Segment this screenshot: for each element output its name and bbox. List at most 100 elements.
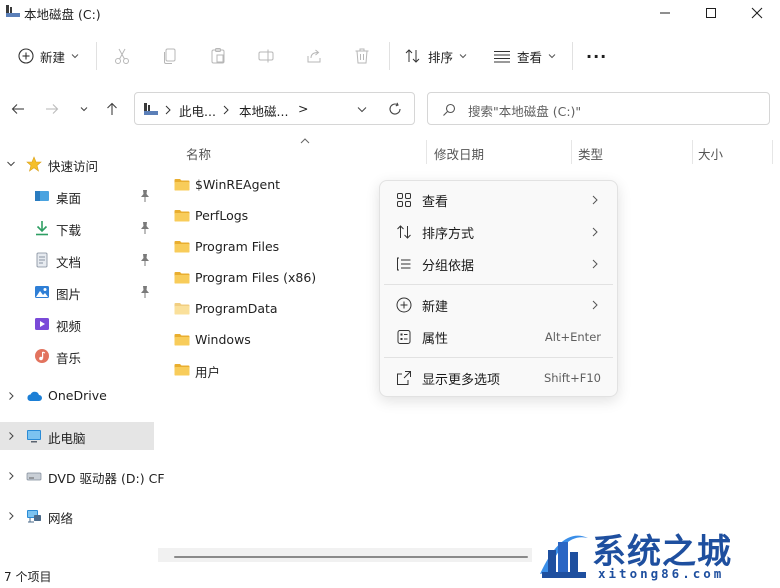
sidebar-item-downloads[interactable]: 下载 xyxy=(0,214,154,242)
menu-item-shortcut: Alt+Enter xyxy=(544,330,601,344)
chevron-right-icon xyxy=(592,227,598,237)
file-row-users[interactable]: 用户 xyxy=(160,356,410,384)
command-bar: 新建 排序 查看 ··· xyxy=(0,34,780,78)
sidebar-item-label: 快速访问 xyxy=(48,159,99,174)
file-name: Program Files (x86) xyxy=(195,270,317,285)
sidebar-item-network[interactable]: 网络 xyxy=(0,502,154,530)
column-divider[interactable] xyxy=(692,140,693,164)
minimize-button[interactable] xyxy=(642,0,688,26)
menu-item-sort-by[interactable]: 排序方式 xyxy=(384,217,613,247)
sidebar-item-this-pc[interactable]: 此电脑 xyxy=(0,422,154,450)
copy-button[interactable] xyxy=(161,42,179,70)
maximize-button[interactable] xyxy=(688,0,734,26)
sort-icon xyxy=(405,49,420,63)
column-size[interactable]: 大小 xyxy=(698,144,723,163)
sidebar-item-label: 此电脑 xyxy=(48,431,86,446)
arrow-up-icon xyxy=(107,102,117,115)
title-bar: 本地磁盘 (C:) xyxy=(0,0,780,26)
watermark-url: xitong86.com xyxy=(598,566,725,581)
view-button[interactable]: 查看 xyxy=(493,42,556,70)
column-divider[interactable] xyxy=(772,140,773,164)
chevron-right-icon[interactable] xyxy=(6,390,16,402)
cut-button[interactable] xyxy=(113,42,131,70)
breadcrumb-local-disk[interactable]: 本地磁... xyxy=(239,101,288,120)
column-name[interactable]: 名称 xyxy=(186,144,211,163)
back-button[interactable] xyxy=(6,96,30,122)
delete-button[interactable] xyxy=(353,42,371,70)
recent-locations-button[interactable] xyxy=(72,96,96,122)
sidebar-item-dvd-drive[interactable]: DVD 驱动器 (D:) CF xyxy=(0,462,165,490)
sidebar-item-onedrive[interactable]: OneDrive xyxy=(0,382,154,410)
file-row-perflogs[interactable]: PerfLogs xyxy=(160,202,410,230)
paste-button[interactable] xyxy=(209,42,227,70)
file-row-programdata[interactable]: ProgramData xyxy=(160,295,410,323)
pin-icon[interactable] xyxy=(139,221,151,235)
sort-button[interactable]: 排序 xyxy=(404,42,467,70)
file-row-program-files-x86[interactable]: Program Files (x86) xyxy=(160,264,410,292)
close-icon xyxy=(751,7,763,19)
search-input[interactable]: 搜索"本地磁盘 (C:)" xyxy=(468,101,581,120)
status-item-count: 7 个项目 xyxy=(4,570,52,584)
chevron-right-icon[interactable] xyxy=(6,430,16,442)
breadcrumb-this-pc[interactable]: 此电... xyxy=(179,101,216,120)
navigation-pane: 快速访问 桌面 下载 文档 图片 视频 音乐 OneDrive 此电脑 DVD … xyxy=(0,138,165,588)
file-name: PerfLogs xyxy=(195,208,249,223)
search-box[interactable]: 搜索"本地磁盘 (C:)" xyxy=(427,92,770,125)
close-button[interactable] xyxy=(734,0,780,26)
pin-icon[interactable] xyxy=(139,253,151,267)
file-row-windows[interactable]: Windows xyxy=(160,326,410,354)
menu-item-properties[interactable]: 属性 Alt+Enter xyxy=(384,322,613,352)
menu-item-label: 新建 xyxy=(422,300,449,315)
file-row-winreagent[interactable]: $WinREAgent xyxy=(160,171,410,199)
rename-button[interactable] xyxy=(257,42,275,70)
pin-icon[interactable] xyxy=(139,285,151,299)
scrollbar-thumb[interactable] xyxy=(174,556,528,558)
column-modified[interactable]: 修改日期 xyxy=(434,144,484,163)
forward-button[interactable] xyxy=(40,96,64,122)
sidebar-item-desktop[interactable]: 桌面 xyxy=(0,182,154,210)
sidebar-item-label: 下载 xyxy=(56,223,82,238)
network-icon xyxy=(27,510,41,523)
plus-circle-icon xyxy=(18,48,34,64)
chevron-right-icon[interactable] xyxy=(6,510,16,522)
context-menu: 查看 排序方式 分组依据 新建 属性 Alt+Enter 显示更多选项 Shif… xyxy=(379,180,618,397)
new-button[interactable]: 新建 xyxy=(18,42,79,70)
menu-item-view[interactable]: 查看 xyxy=(384,185,613,215)
sidebar-item-label: 网络 xyxy=(48,511,74,526)
castle-logo-icon xyxy=(540,535,588,578)
more-button[interactable]: ··· xyxy=(586,42,607,70)
sidebar-item-documents[interactable]: 文档 xyxy=(0,246,154,274)
watermark: 系统之城 xitong86.com xyxy=(532,520,780,588)
horizontal-scrollbar[interactable] xyxy=(158,548,558,562)
folder-icon xyxy=(174,272,190,284)
share-button[interactable] xyxy=(305,42,323,70)
address-bar[interactable]: 此电... 本地磁... > xyxy=(134,92,415,125)
folder-icon xyxy=(174,241,190,253)
drive-icon xyxy=(144,103,158,115)
file-row-program-files[interactable]: Program Files xyxy=(160,233,410,261)
sidebar-item-label: 桌面 xyxy=(56,191,82,206)
plus-circle-icon xyxy=(396,297,412,313)
pin-icon[interactable] xyxy=(139,189,151,203)
menu-item-group-by[interactable]: 分组依据 xyxy=(384,249,613,279)
menu-item-new[interactable]: 新建 xyxy=(384,290,613,320)
folder-icon xyxy=(174,364,190,376)
refresh-icon[interactable] xyxy=(388,102,402,116)
chevron-right-icon[interactable] xyxy=(6,470,16,482)
sidebar-item-pictures[interactable]: 图片 xyxy=(0,278,154,306)
chevron-down-icon xyxy=(548,54,556,59)
sidebar-item-videos[interactable]: 视频 xyxy=(0,310,154,338)
chevron-down-icon[interactable] xyxy=(357,106,367,113)
cloud-icon xyxy=(27,391,42,401)
column-type[interactable]: 类型 xyxy=(578,144,603,163)
sidebar-item-quick-access[interactable]: 快速访问 xyxy=(0,150,154,178)
chevron-down-icon[interactable] xyxy=(6,158,16,170)
breadcrumb-chevron[interactable]: > xyxy=(298,101,308,116)
chevron-down-icon xyxy=(71,54,79,59)
up-button[interactable] xyxy=(100,96,124,122)
column-divider[interactable] xyxy=(571,140,572,164)
scissors-icon xyxy=(115,48,129,64)
column-divider[interactable] xyxy=(426,140,427,164)
menu-item-show-more-options[interactable]: 显示更多选项 Shift+F10 xyxy=(384,363,613,393)
sidebar-item-music[interactable]: 音乐 xyxy=(0,342,154,370)
